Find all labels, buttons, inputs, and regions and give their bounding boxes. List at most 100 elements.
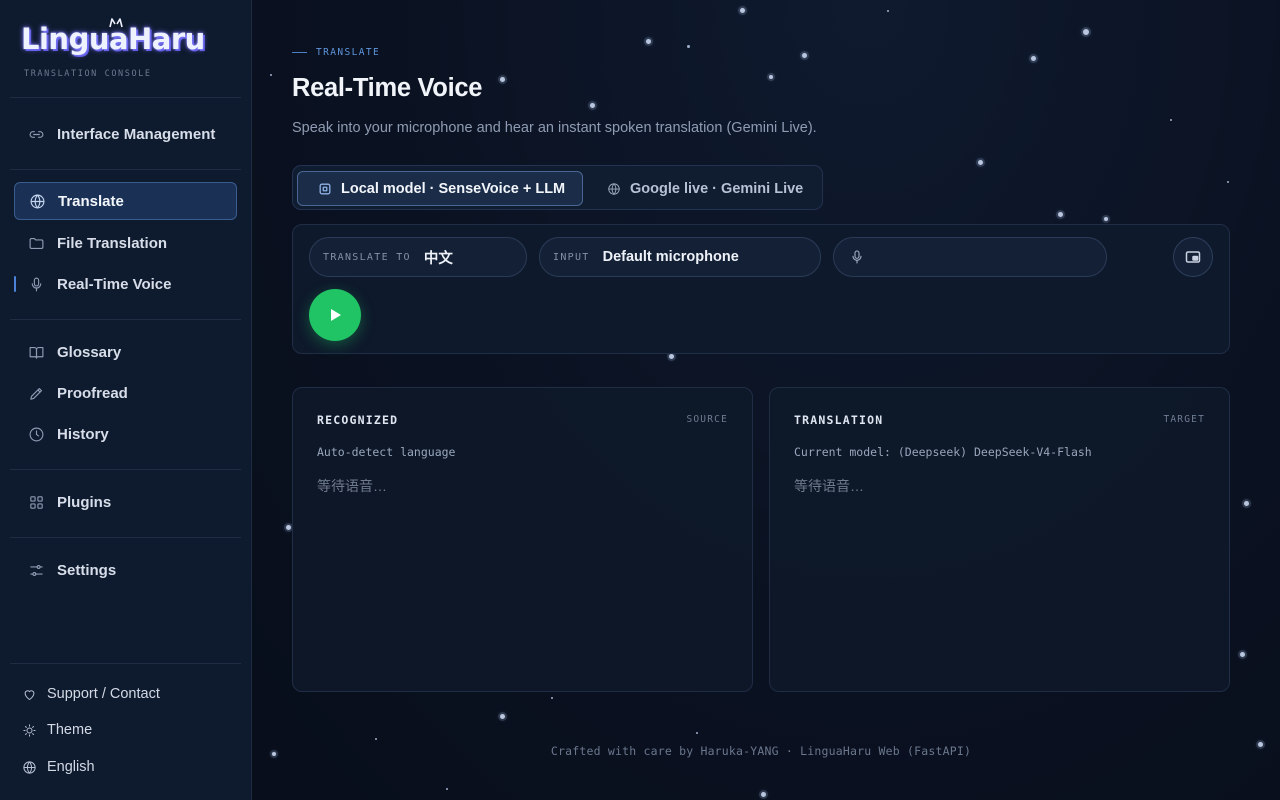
input-device-value: Default microphone — [602, 249, 739, 265]
sidebar-item-translate[interactable]: Translate — [14, 182, 237, 220]
folder-icon — [27, 234, 45, 252]
picture-in-picture-icon — [1185, 251, 1201, 263]
chip-icon — [318, 182, 332, 196]
star-dot — [1240, 652, 1245, 657]
section-eyebrow: TRANSLATE — [292, 47, 380, 58]
microphone-icon — [27, 275, 45, 293]
tab-google-live[interactable]: Google live · Gemini Live — [605, 171, 815, 206]
sun-icon — [22, 722, 38, 738]
star-dot — [761, 792, 766, 797]
pen-icon — [27, 384, 45, 402]
star-dot — [740, 8, 745, 13]
language-selector[interactable]: English — [22, 759, 95, 775]
divider — [10, 97, 241, 98]
sidebar-item-file-translation[interactable]: File Translation — [14, 224, 237, 262]
star-dot — [802, 53, 807, 58]
star-dot — [1258, 742, 1263, 747]
eyebrow-line — [292, 52, 307, 53]
translate-to-select[interactable]: TRANSLATE TO 中文 — [309, 237, 527, 277]
auto-detect-label: Auto-detect language — [317, 445, 456, 459]
tab-local-model-label: Local model · SenseVoice + LLM — [341, 180, 566, 197]
sidebar-item-label: Proofread — [57, 384, 128, 402]
input-device-select[interactable]: INPUT Default microphone — [539, 237, 821, 277]
heart-icon — [22, 686, 38, 702]
star-dot — [590, 103, 595, 108]
star-dot — [1058, 212, 1063, 217]
picture-in-picture-button[interactable] — [1173, 237, 1213, 277]
mode-switch: Local model · SenseVoice + LLM Google li… — [292, 165, 823, 210]
voice-controls-card: TRANSLATE TO 中文 INPUT Default microphone — [292, 224, 1230, 354]
eyebrow-label: TRANSLATE — [316, 47, 381, 58]
divider — [10, 537, 241, 538]
recognized-placeholder: 等待语音… — [317, 478, 387, 494]
current-page-marker — [14, 276, 16, 292]
sidebar-item-glossary[interactable]: Glossary — [14, 333, 237, 371]
star-dot — [1031, 56, 1036, 61]
page-subtitle: Speak into your microphone and hear an i… — [292, 120, 817, 136]
star-dot — [696, 732, 698, 734]
main-content: TRANSLATE Real-Time Voice Speak into you… — [252, 0, 1280, 800]
sidebar-item-label: File Translation — [57, 234, 168, 252]
logo[interactable]: LinguaHaru — [21, 18, 205, 56]
globe-icon — [22, 759, 38, 775]
star-dot — [1170, 119, 1172, 121]
brand-subtitle: TRANSLATION CONSOLE — [24, 69, 152, 79]
star-dot — [978, 160, 983, 165]
support-contact-link[interactable]: Support / Contact — [22, 686, 160, 702]
translation-placeholder: 等待语音… — [794, 478, 864, 494]
theme-label: Theme — [47, 722, 93, 738]
star-dot — [551, 697, 553, 699]
app-root: LinguaHaru TRANSLATION CONSOLE Interface… — [0, 0, 1280, 800]
sidebar-item-label: Interface Management — [57, 125, 216, 143]
tab-google-live-label: Google live · Gemini Live — [630, 180, 804, 197]
star-dot — [769, 75, 773, 79]
tab-local-model[interactable]: Local model · SenseVoice + LLM — [297, 171, 583, 206]
sidebar-item-label: Real-Time Voice — [57, 275, 172, 293]
sidebar-item-plugins[interactable]: Plugins — [14, 483, 237, 521]
play-icon — [331, 309, 341, 321]
star-dot — [887, 10, 889, 12]
footer-credit: Crafted with care by Haruka-YANG · Lingu… — [550, 744, 972, 758]
sidebar-item-history[interactable]: History — [14, 415, 237, 453]
start-button[interactable] — [309, 289, 361, 341]
translation-title: TRANSLATION — [794, 413, 884, 427]
sidebar-item-label: Glossary — [57, 343, 122, 361]
translation-panel: TRANSLATION TARGET Current model: (Deeps… — [769, 387, 1230, 692]
sliders-icon — [27, 561, 45, 579]
globe-icon — [28, 192, 46, 210]
sidebar-item-settings[interactable]: Settings — [14, 551, 237, 589]
recognized-title: RECOGNIZED — [317, 413, 399, 427]
sidebar-item-label: History — [57, 425, 109, 443]
divider — [10, 663, 241, 664]
input-label: INPUT — [553, 251, 590, 263]
star-dot — [270, 74, 272, 76]
sidebar: LinguaHaru TRANSLATION CONSOLE Interface… — [0, 0, 252, 800]
sidebar-item-label: Plugins — [57, 493, 112, 511]
clock-icon — [27, 425, 45, 443]
star-dot — [286, 525, 291, 530]
book-icon — [27, 343, 45, 361]
current-model-label: Current model: (Deepseek) DeepSeek-V4-Fl… — [794, 445, 1092, 459]
star-dot — [375, 738, 377, 740]
grid-icon — [27, 493, 45, 511]
sidebar-item-proofread[interactable]: Proofread — [14, 374, 237, 412]
star-dot — [1104, 217, 1108, 221]
target-tag: TARGET — [1163, 414, 1205, 425]
sidebar-item-label: Settings — [57, 561, 117, 579]
star-dot — [1244, 501, 1249, 506]
star-dot — [669, 354, 674, 359]
divider — [10, 319, 241, 320]
sidebar-item-label: Translate — [58, 192, 124, 210]
mic-level-field[interactable] — [833, 237, 1107, 277]
support-contact-label: Support / Contact — [47, 686, 160, 702]
page-title: Real-Time Voice — [292, 74, 483, 102]
link-icon — [27, 125, 45, 143]
source-tag: SOURCE — [686, 414, 728, 425]
translate-to-value: 中文 — [423, 250, 453, 267]
star-dot — [500, 77, 505, 82]
sidebar-item-real-time-voice[interactable]: Real-Time Voice — [14, 265, 237, 303]
sidebar-item-interface-management[interactable]: Interface Management — [14, 115, 237, 153]
brand-name: LinguaHaru — [21, 22, 205, 56]
translate-to-label: TRANSLATE TO — [323, 251, 411, 263]
theme-toggle[interactable]: Theme — [22, 722, 92, 738]
